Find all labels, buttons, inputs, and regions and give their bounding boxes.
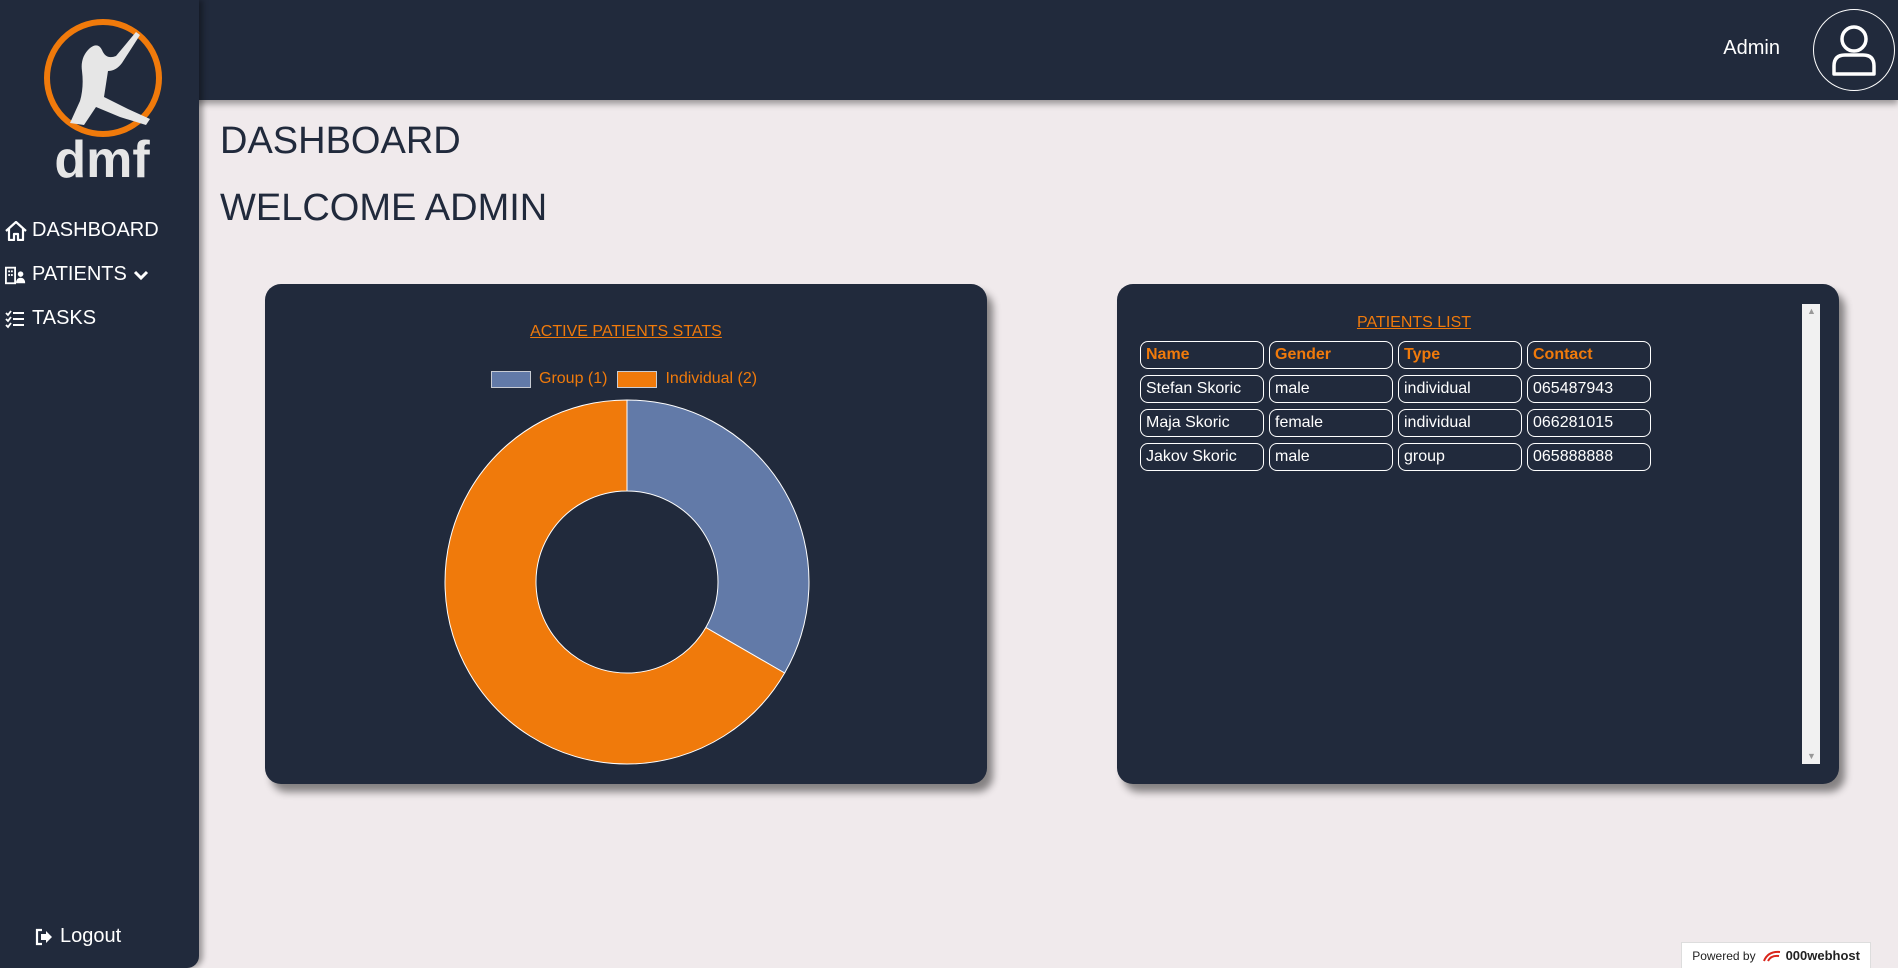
sidebar-item-label: PATIENTS: [32, 263, 127, 285]
dmf-logo[interactable]: dmf: [38, 14, 170, 189]
legend-label: Group (1): [539, 370, 608, 387]
active-patients-stats-card: ACTIVE PATIENTS STATS Group (1) Individu…: [265, 284, 987, 784]
cell-type: individual: [1398, 409, 1522, 437]
scroll-down-icon[interactable]: ▼: [1807, 752, 1816, 761]
donut-slice-group[interactable]: [626, 399, 810, 674]
chevron-down-icon: [133, 269, 149, 281]
user-icon: [1832, 25, 1876, 76]
cell-type: individual: [1398, 375, 1522, 403]
column-header-name: Name: [1140, 341, 1264, 369]
scroll-up-icon[interactable]: ▲: [1807, 307, 1816, 316]
logout-label: Logout: [60, 925, 122, 947]
table-row[interactable]: Maja Skoric female individual 066281015: [1140, 409, 1651, 437]
user-avatar[interactable]: [1813, 9, 1895, 91]
powered-by-label: Powered by: [1692, 948, 1756, 963]
cell-contact: 066281015: [1527, 409, 1651, 437]
column-header-type: Type: [1398, 341, 1522, 369]
home-icon: [5, 220, 27, 242]
powered-by-badge[interactable]: Powered by 000webhost: [1681, 942, 1871, 968]
cell-gender: male: [1269, 443, 1393, 471]
webhost-brand: 000webhost: [1785, 948, 1860, 963]
list-scrollbar[interactable]: ▲ ▼: [1802, 304, 1820, 764]
cell-name: Jakov Skoric: [1140, 443, 1264, 471]
legend-swatch: [491, 370, 531, 388]
sidebar-item-dashboard[interactable]: DASHBOARD: [5, 219, 159, 242]
sign-out-icon: [34, 928, 54, 946]
list-card-title[interactable]: PATIENTS LIST: [1117, 314, 1711, 332]
cell-contact: 065487943: [1527, 375, 1651, 403]
sidebar-item-label: DASHBOARD: [32, 219, 159, 241]
legend-item-individual[interactable]: Individual (2): [617, 370, 757, 388]
logo-text: dmf: [54, 131, 150, 189]
admin-name: Admin: [1723, 37, 1780, 59]
column-header-contact: Contact: [1527, 341, 1651, 369]
patients-donut-chart: [444, 399, 810, 765]
top-bar: Admin: [0, 0, 1898, 100]
sidebar: dmf DASHBOARD PATIENTS TASKS Logout: [0, 0, 199, 968]
stats-card-title[interactable]: ACTIVE PATIENTS STATS: [265, 323, 987, 341]
patients-list-card: PATIENTS LIST Name Gender Type Contact S…: [1117, 284, 1839, 784]
legend-swatch: [617, 370, 658, 388]
cell-gender: female: [1269, 409, 1393, 437]
sidebar-item-patients[interactable]: PATIENTS: [5, 263, 149, 286]
tasks-icon: [5, 308, 27, 330]
chart-legend: Group (1) Individual (2): [491, 370, 767, 388]
cell-name: Stefan Skoric: [1140, 375, 1264, 403]
table-header-row: Name Gender Type Contact: [1140, 341, 1651, 369]
legend-item-group[interactable]: Group (1): [491, 370, 607, 388]
column-header-gender: Gender: [1269, 341, 1393, 369]
patients-table: Name Gender Type Contact Stefan Skoric m…: [1135, 335, 1656, 477]
table-row[interactable]: Stefan Skoric male individual 065487943: [1140, 375, 1651, 403]
legend-label: Individual (2): [665, 370, 758, 387]
cell-type: group: [1398, 443, 1522, 471]
table-row[interactable]: Jakov Skoric male group 065888888: [1140, 443, 1651, 471]
patients-icon: [5, 264, 27, 286]
sidebar-item-label: TASKS: [32, 307, 97, 329]
logout-button[interactable]: Logout: [34, 925, 121, 948]
page-title: DASHBOARD: [220, 120, 461, 162]
webhost-logo-icon: [1762, 949, 1782, 963]
cell-gender: male: [1269, 375, 1393, 403]
sidebar-item-tasks[interactable]: TASKS: [5, 307, 96, 330]
welcome-heading: WELCOME ADMIN: [220, 187, 548, 229]
cell-name: Maja Skoric: [1140, 409, 1264, 437]
cell-contact: 065888888: [1527, 443, 1651, 471]
